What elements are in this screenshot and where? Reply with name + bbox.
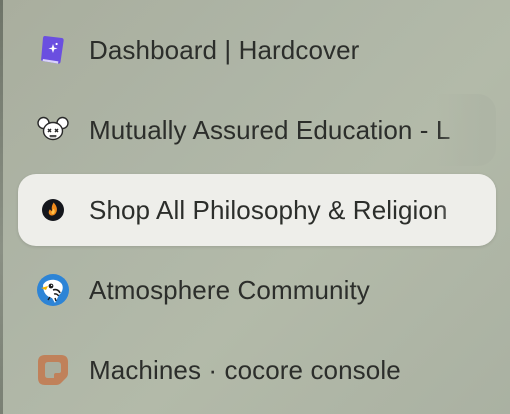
tab-item-mutually-assured-education[interactable]: Mutually Assured Education - L [18, 94, 496, 166]
tab-title: Dashboard | Hardcover [89, 34, 360, 65]
window-edge [0, 0, 3, 414]
flame-logo-icon [36, 193, 70, 227]
tab-item-cocore-console[interactable]: Machines · cocore console [18, 334, 496, 406]
tab-title: Mutually Assured Education - L [89, 114, 451, 145]
mouse-skull-icon [36, 113, 70, 147]
cocore-logo-icon [36, 353, 70, 387]
hardcover-book-icon [36, 33, 70, 67]
tab-title: Machines · cocore console [89, 354, 401, 385]
tab-title: Shop All Philosophy & Religion [89, 194, 448, 225]
bird-logo-icon [36, 273, 70, 307]
tab-list: Dashboard | Hardcover Mutually Assured E… [18, 14, 496, 414]
tab-item-hardcover[interactable]: Dashboard | Hardcover [18, 14, 496, 86]
tab-item-shop-philosophy[interactable]: Shop All Philosophy & Religion [18, 174, 496, 246]
tab-item-atmosphere-community[interactable]: Atmosphere Community [18, 254, 496, 326]
tab-title: Atmosphere Community [89, 274, 370, 305]
